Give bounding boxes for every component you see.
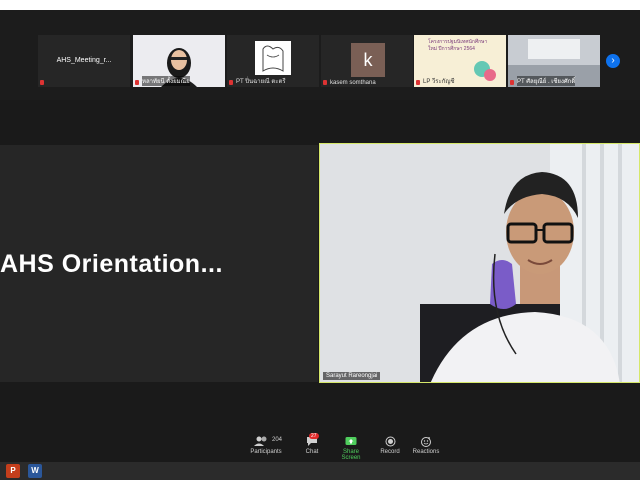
slide-title: โครงการปฐมนิเทศนักศึกษาใหม่ ปีการศึกษา 2… (428, 39, 488, 52)
thumbnail-name: หลาทัยนี ดั้งยมณีย (142, 76, 190, 86)
active-speaker-video[interactable]: Sarayut Rareongjai (319, 143, 640, 383)
mic-muted-icon (323, 80, 327, 85)
thumbnail-participant-2[interactable]: หลาทัยนี ดั้งยมณีย (133, 35, 225, 87)
thumbnail-participant-3[interactable]: PT ปิ่นฉายณี ตะตรี (227, 35, 319, 87)
next-page-button[interactable]: › (606, 54, 620, 68)
word-icon[interactable]: W (28, 464, 42, 478)
window-top-bar (0, 0, 640, 10)
record-label: Record (380, 449, 400, 455)
reactions-button[interactable]: Reactions (410, 436, 442, 455)
share-screen-button[interactable]: Share Screen (334, 436, 368, 461)
participants-button[interactable]: 204 Participants (246, 436, 286, 455)
mic-muted-icon (135, 80, 139, 85)
thumbnail-name: LP วีระกัญชี (423, 79, 455, 85)
os-taskbar: P W (0, 462, 640, 480)
meeting-toolbar: 204 Participants 27 Chat Share Screen Re… (0, 433, 640, 462)
thumbnail-meeting-room[interactable]: AHS_Meeting_r... (38, 35, 130, 87)
mic-muted-icon (510, 80, 514, 85)
thumbnail-participant-4[interactable]: k kasem somthana (321, 35, 413, 87)
speaker-name-label: Sarayut Rareongjai (323, 372, 381, 380)
thumbnail-name: AHS_Meeting_r... (56, 57, 112, 64)
record-icon (385, 436, 395, 447)
reactions-icon (421, 437, 431, 447)
chat-unread-badge: 27 (309, 433, 319, 439)
shared-screen: AHS Orientation... (0, 145, 318, 382)
share-screen-icon (345, 437, 357, 445)
share-screen-label: Share Screen (341, 449, 361, 461)
thumbnail-name: PT ศัลยุณีย์ . เชียงศักดิ์ (517, 76, 576, 86)
chat-button[interactable]: 27 Chat (300, 433, 324, 455)
thumbnail-name: kasem somthana (330, 80, 376, 86)
avatar: k (351, 43, 385, 77)
thumbnail-participant-5[interactable]: โครงการปฐมนิเทศนักศึกษาใหม่ ปีการศึกษา 2… (414, 35, 506, 87)
shared-slide-title: AHS Orientation... (0, 250, 223, 278)
mic-muted-icon (229, 80, 233, 85)
participants-label: Participants (250, 449, 282, 455)
thumbnail-name: PT ปิ่นฉายณี ตะตรี (236, 79, 286, 85)
reactions-label: Reactions (412, 449, 440, 455)
record-button[interactable]: Record (378, 436, 402, 455)
chat-label: Chat (305, 449, 319, 455)
thumbnail-participant-6[interactable]: PT ศัลยุณีย์ . เชียงศักดิ์ (508, 35, 600, 87)
mic-muted-icon (40, 80, 44, 85)
powerpoint-icon[interactable]: P (6, 464, 20, 478)
speaker-video-frame (320, 144, 639, 382)
mic-muted-icon (416, 80, 420, 85)
participants-count: 204 (272, 437, 283, 443)
